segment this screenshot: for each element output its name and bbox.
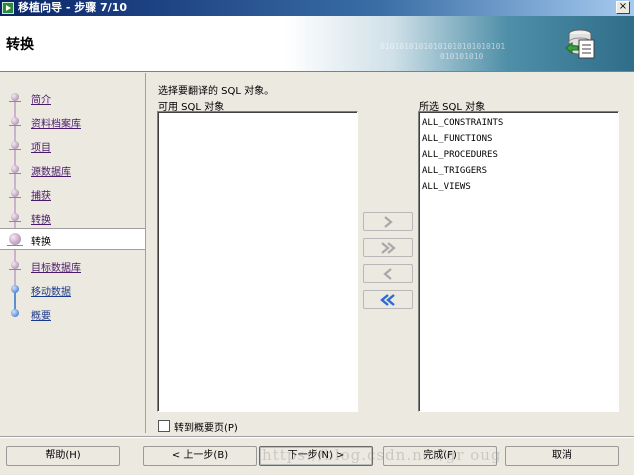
step-label[interactable]: 概要 — [31, 307, 51, 322]
step-label[interactable]: 资料档案库 — [31, 115, 81, 130]
move-all-right-button[interactable] — [363, 238, 413, 257]
move-all-left-button[interactable] — [363, 290, 413, 309]
available-items — [158, 112, 357, 118]
step-summary[interactable]: 概要 — [0, 303, 145, 325]
step-label[interactable]: 移动数据 — [31, 283, 71, 298]
step-marker-icon — [9, 93, 21, 103]
goto-summary-checkbox[interactable] — [158, 420, 170, 432]
step-marker-icon — [9, 117, 21, 127]
step-target-database[interactable]: 目标数据库 — [0, 255, 145, 277]
step-marker-current-icon — [7, 233, 23, 247]
wizard-step-nav: 简介 资料档案库 项目 源数据库 捕获 转换 转换 目标数据库 移动数据 概要 — [0, 73, 146, 433]
back-button[interactable]: < 上一步(B) — [143, 446, 257, 466]
chevron-right-icon — [384, 215, 393, 228]
binary-decoration-2: 010101010 — [440, 52, 484, 61]
step-label[interactable]: 捕获 — [31, 187, 51, 202]
selected-objects-list[interactable]: ALL_CONSTRAINTS ALL_FUNCTIONS ALL_PROCED… — [418, 111, 619, 412]
watermark-text: https://blog.csdn.net/gr oug — [262, 446, 502, 464]
step-intro[interactable]: 简介 — [0, 87, 145, 109]
step-label[interactable]: 源数据库 — [31, 163, 71, 178]
double-chevron-right-icon — [381, 241, 396, 254]
page-header: 转换 01010101010101010101010101 010101010 — [0, 16, 634, 72]
database-migration-icon — [565, 29, 595, 59]
available-objects-list[interactable] — [157, 111, 358, 412]
list-item[interactable]: ALL_PROCEDURES — [421, 147, 616, 163]
step-marker-icon — [9, 141, 21, 151]
step-project[interactable]: 项目 — [0, 135, 145, 157]
selected-items: ALL_CONSTRAINTS ALL_FUNCTIONS ALL_PROCED… — [419, 112, 618, 198]
page-title: 转换 — [6, 37, 34, 53]
goto-summary-label[interactable]: 转到概要页(P) — [174, 419, 238, 434]
instruction-text: 选择要翻译的 SQL 对象。 — [158, 86, 275, 97]
step-capture[interactable]: 捕获 — [0, 183, 145, 205]
list-item[interactable]: ALL_VIEWS — [421, 179, 616, 195]
step-marker-icon — [9, 189, 21, 199]
chevron-left-icon — [383, 267, 392, 280]
close-button[interactable]: × — [616, 1, 630, 14]
step-source-database[interactable]: 源数据库 — [0, 159, 145, 181]
step-label[interactable]: 目标数据库 — [31, 259, 81, 274]
move-left-button[interactable] — [363, 264, 413, 283]
cancel-button[interactable]: 取消 — [505, 446, 619, 466]
step-label[interactable]: 简介 — [31, 91, 51, 106]
step-label[interactable]: 转换 — [31, 211, 51, 226]
move-right-button[interactable] — [363, 212, 413, 231]
list-item[interactable]: ALL_TRIGGERS — [421, 163, 616, 179]
step-marker-icon — [9, 165, 21, 175]
window-title-bar[interactable]: 移植向导 - 步骤 7/10 × — [0, 0, 634, 16]
footer-divider — [0, 436, 634, 438]
list-item[interactable]: ALL_FUNCTIONS — [421, 131, 616, 147]
step-marker-icon — [9, 309, 21, 319]
step-repository[interactable]: 资料档案库 — [0, 111, 145, 133]
step-label[interactable]: 项目 — [31, 139, 51, 154]
step-move-data[interactable]: 移动数据 — [0, 279, 145, 301]
list-item[interactable]: ALL_CONSTRAINTS — [421, 115, 616, 131]
app-icon — [2, 2, 14, 14]
step-translate-current[interactable]: 转换 — [0, 228, 145, 250]
binary-decoration: 01010101010101010101010101 — [380, 42, 506, 51]
step-convert[interactable]: 转换 — [0, 207, 145, 229]
step-label: 转换 — [31, 237, 51, 248]
step-marker-icon — [9, 285, 21, 295]
help-button[interactable]: 帮助(H) — [6, 446, 120, 466]
step-marker-icon — [9, 261, 21, 271]
window-title: 移植向导 - 步骤 7/10 — [18, 1, 128, 14]
step-marker-icon — [9, 213, 21, 223]
double-chevron-left-icon — [380, 293, 395, 306]
